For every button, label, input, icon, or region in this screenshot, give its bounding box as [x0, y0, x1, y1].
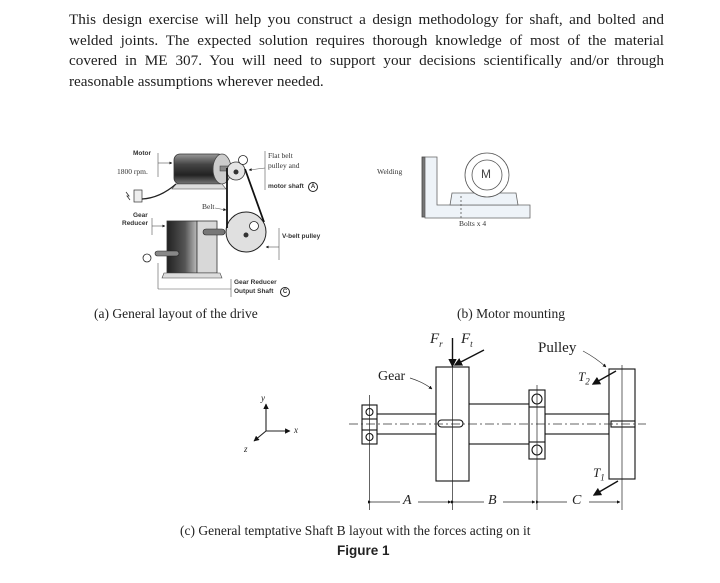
- caption-figure-c: (c) General temptative Shaft B layout wi…: [180, 523, 531, 538]
- z-axis-arrow: [253, 430, 267, 442]
- gear-leader: [409, 377, 433, 390]
- gear-keyway: [437, 419, 464, 428]
- ft-symbol: F: [461, 331, 471, 347]
- figure-c-shaft-layout: [253, 338, 646, 510]
- label-t2: T2: [578, 369, 590, 387]
- force-ft-arrow: [453, 349, 485, 366]
- t1-subscript: 1: [600, 472, 605, 483]
- axis-triad: [253, 403, 291, 442]
- t2-subscript: 2: [585, 376, 590, 387]
- figure-title: Figure 1: [337, 543, 390, 558]
- label-gear: Gear: [378, 369, 406, 384]
- dim-label-a: A: [403, 493, 412, 508]
- dim-label-c: C: [572, 493, 582, 508]
- label-fr: Fr: [430, 331, 443, 349]
- axis-label-y: y: [261, 393, 265, 403]
- label-pulley: Pulley: [538, 340, 577, 356]
- axis-label-z: z: [244, 444, 248, 454]
- label-ft: Ft: [461, 331, 473, 349]
- fr-symbol: F: [430, 331, 440, 347]
- axis-label-x: x: [294, 425, 298, 435]
- tension-t1-arrow: [592, 480, 619, 496]
- ft-subscript: t: [470, 339, 473, 349]
- label-t1: T1: [593, 465, 605, 483]
- dim-label-b: B: [488, 493, 497, 508]
- fr-subscript: r: [439, 339, 443, 349]
- pulley-leader: [582, 350, 607, 368]
